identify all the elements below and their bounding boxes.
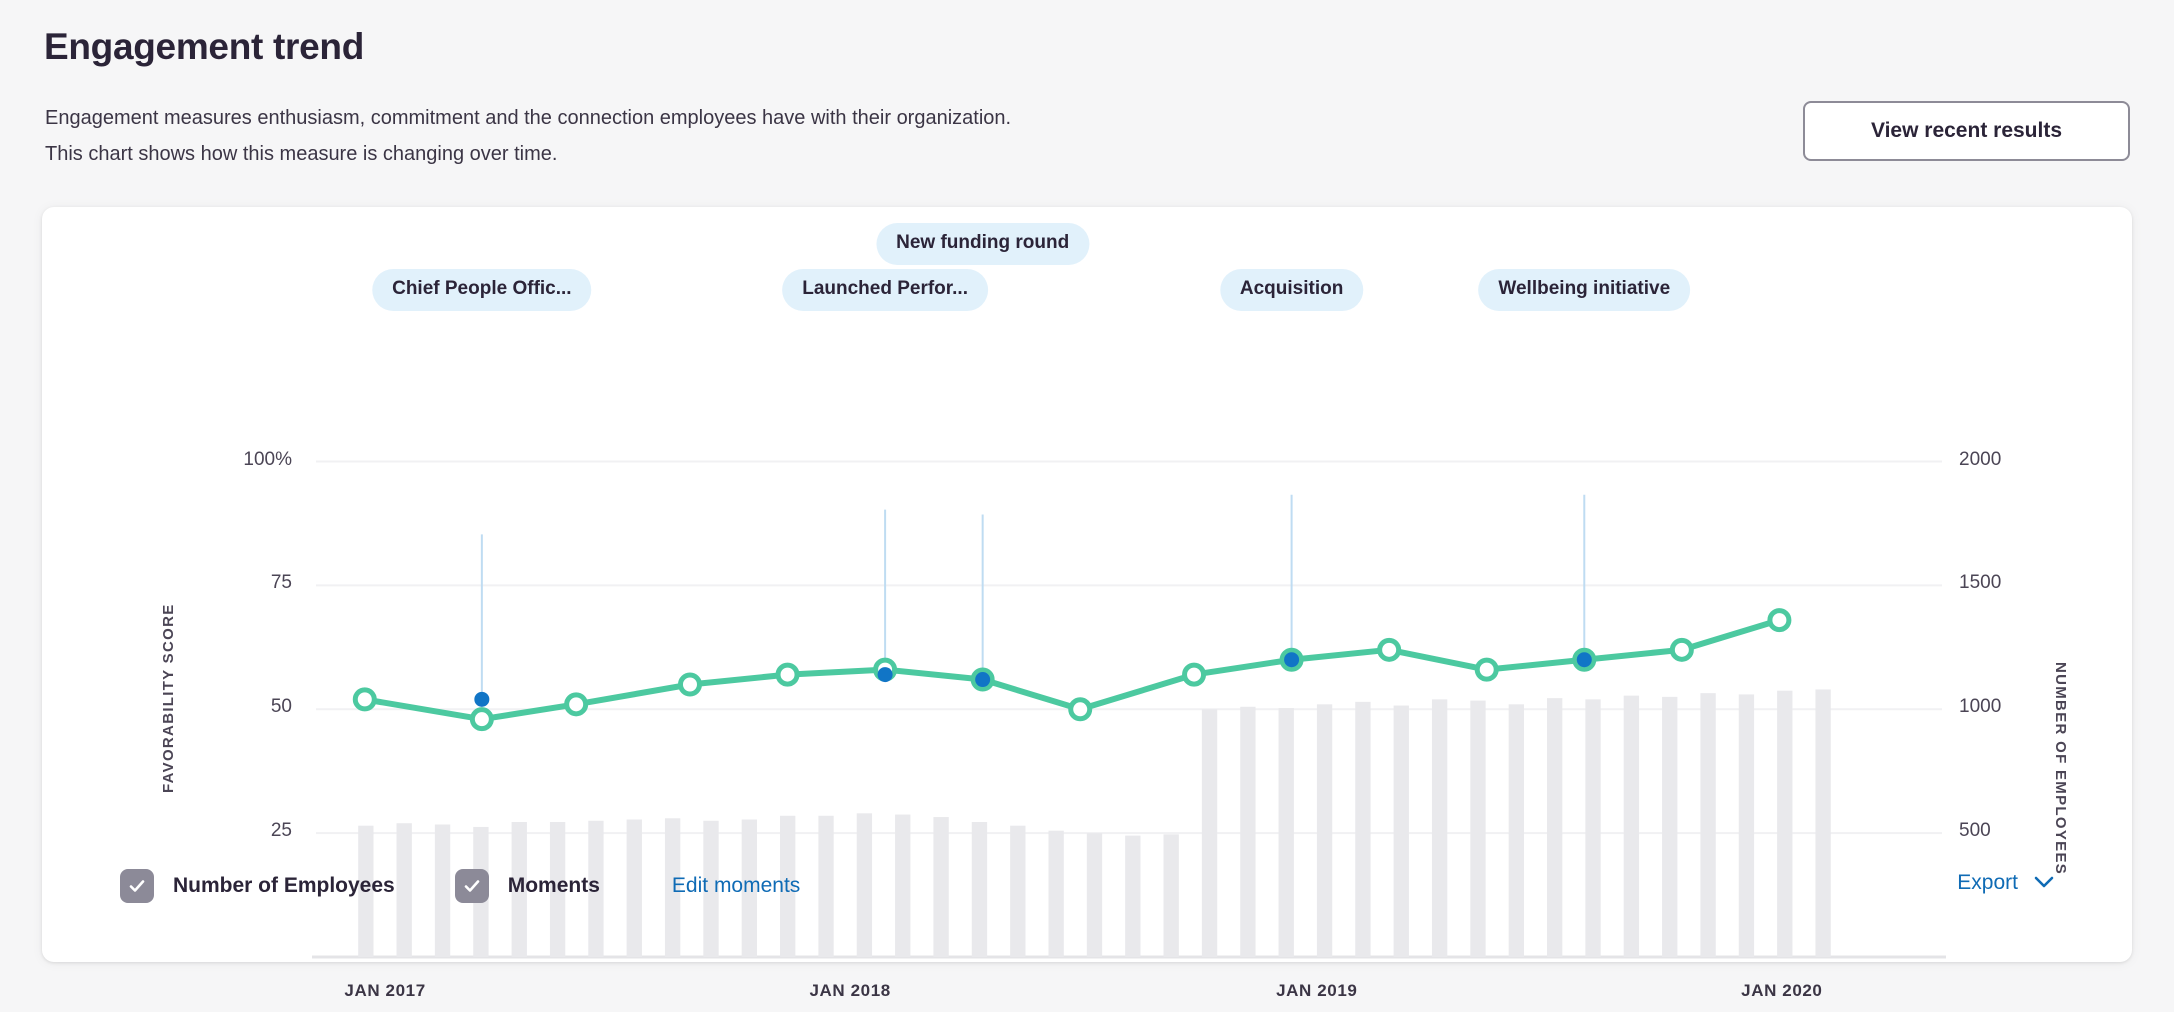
x-tick-jan-2017: JAN 2017 — [344, 981, 425, 1001]
export-button[interactable]: Export — [1957, 871, 2054, 895]
y-tick-left-25: 25 — [212, 820, 292, 842]
y-axis-title-left: FAVORABILITY SCORE — [160, 603, 177, 793]
y-tick-right-2000: 2000 — [1959, 449, 2001, 471]
y-tick-right-1000: 1000 — [1959, 696, 2001, 718]
page-title: Engagement trend — [44, 26, 364, 68]
y-tick-left-75: 75 — [212, 572, 292, 594]
checkbox-moments[interactable] — [455, 869, 489, 903]
x-tick-jan-2019: JAN 2019 — [1276, 981, 1357, 1001]
checkbox-number-of-employees[interactable] — [120, 869, 154, 903]
y-tick-right-1500: 1500 — [1959, 572, 2001, 594]
x-tick-jan-2020: JAN 2020 — [1741, 981, 1822, 1001]
export-label: Export — [1957, 871, 2018, 895]
moment-pill-1[interactable]: Launched Perfor... — [782, 269, 988, 311]
moment-pill-0[interactable]: Chief People Offic... — [372, 269, 591, 311]
moment-pill-2[interactable]: New funding round — [876, 223, 1089, 265]
engagement-trend-page: Engagement trend Engagement measures ent… — [0, 0, 2174, 1012]
moment-pill-3[interactable]: Acquisition — [1220, 269, 1363, 311]
y-tick-right-500: 500 — [1959, 820, 1991, 842]
y-tick-left-50: 50 — [212, 696, 292, 718]
legend-item-number-of-employees[interactable]: Number of Employees — [120, 869, 395, 903]
legend-group: Number of Employees Moments Edit moments — [120, 869, 800, 903]
moment-pill-4[interactable]: Wellbeing initiative — [1478, 269, 1690, 311]
chart-card: FAVORABILITY SCORE NUMBER OF EMPLOYEES 1… — [42, 207, 2132, 962]
edit-moments-link[interactable]: Edit moments — [672, 874, 800, 898]
x-tick-jan-2018: JAN 2018 — [809, 981, 890, 1001]
legend-label-moments: Moments — [508, 874, 600, 898]
y-tick-left-100%: 100% — [212, 449, 292, 471]
chart-footer: Number of Employees Moments Edit moments… — [42, 842, 2132, 962]
legend-label-number-of-employees: Number of Employees — [173, 874, 395, 898]
view-recent-results-button[interactable]: View recent results — [1803, 101, 2130, 161]
chevron-down-icon — [2034, 871, 2054, 895]
page-subtitle: Engagement measures enthusiasm, commitme… — [45, 100, 1011, 172]
legend-item-moments[interactable]: Moments — [455, 869, 600, 903]
